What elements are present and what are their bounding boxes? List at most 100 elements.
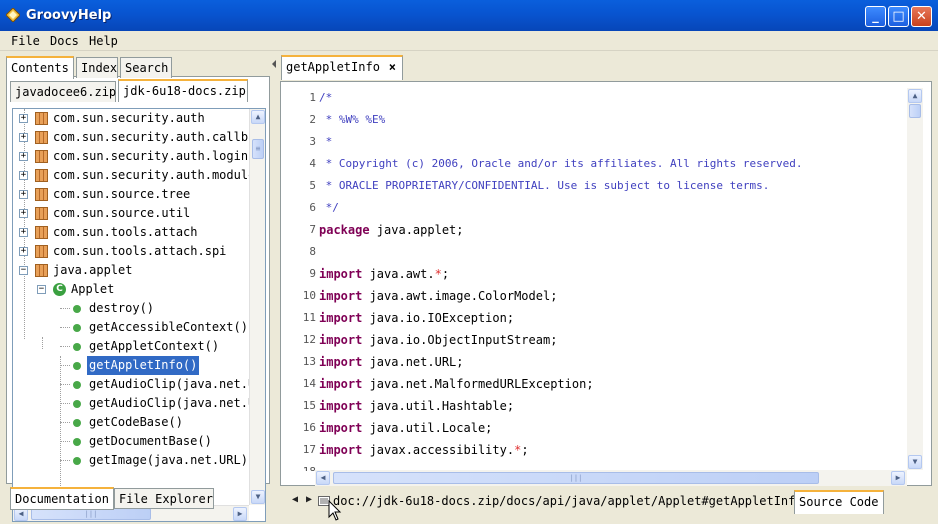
close-button[interactable]: ✕: [911, 6, 932, 27]
editor-tab-title: getAppletInfo: [286, 60, 380, 74]
method-icon: [73, 400, 81, 408]
code-text: ;: [441, 267, 450, 281]
package-icon: [35, 226, 48, 239]
code-keyword: import: [319, 377, 363, 391]
editor-vertical-scrollbar[interactable]: ▲ ▼: [907, 88, 923, 470]
menu-docs[interactable]: Docs: [50, 34, 79, 48]
package-icon: [35, 169, 48, 182]
back-icon[interactable]: ◀: [292, 494, 298, 505]
method-icon: [73, 343, 81, 351]
expand-icon[interactable]: +: [19, 228, 28, 237]
contents-tree: + com.sun.security.auth + com.sun.securi…: [12, 108, 266, 522]
line-number: 10: [302, 289, 316, 302]
tab-source-code[interactable]: Source Code: [794, 490, 884, 514]
tab-documentation[interactable]: Documentation: [10, 487, 114, 510]
editor-horizontal-scrollbar[interactable]: ◀ ||| ▶: [315, 470, 907, 486]
close-tab-icon[interactable]: ×: [389, 60, 396, 74]
menu-file[interactable]: File: [11, 34, 40, 48]
tab-index[interactable]: Index: [76, 57, 118, 78]
line-number: 1: [309, 91, 316, 104]
forward-icon[interactable]: ▶: [306, 494, 312, 505]
tab-getappletinfo[interactable]: getAppletInfo ×: [281, 55, 403, 80]
method-icon: [73, 419, 81, 427]
line-number: 4: [309, 157, 316, 170]
tree-vertical-scrollbar[interactable]: ▲ ≡ ▼: [249, 109, 265, 505]
tree-scroll-thumb[interactable]: ≡: [252, 139, 264, 159]
code-line: */: [319, 201, 339, 214]
code-line: import java.net.MalformedURLException;: [319, 377, 594, 391]
code-line: import java.awt.image.ColorModel;: [319, 289, 557, 303]
line-number: 5: [309, 179, 316, 192]
expand-icon[interactable]: +: [19, 133, 28, 142]
tree-method-label: getAccessibleContext(): [89, 320, 248, 334]
tree-guide: [60, 403, 70, 404]
code-line: import java.io.ObjectInputStream;: [319, 333, 557, 347]
expand-icon[interactable]: +: [19, 114, 28, 123]
scroll-down-icon[interactable]: ▼: [908, 455, 922, 469]
tab-jdk-docs[interactable]: jdk-6u18-docs.zip: [118, 79, 248, 102]
expand-icon[interactable]: +: [19, 152, 28, 161]
code-line: package java.applet;: [319, 223, 464, 237]
tree-method-label: getCodeBase(): [89, 415, 183, 429]
expand-icon[interactable]: +: [19, 247, 28, 256]
expand-icon[interactable]: +: [19, 171, 28, 180]
tree-package-label: com.sun.tools.attach.spi: [53, 244, 227, 258]
content-panel: getAppletInfo × 1 2 3 4 5 6 7 8 9 10 11 …: [280, 54, 936, 520]
code-area[interactable]: /* * %W% %E% * * Copyright (c) 2006, Ora…: [319, 88, 909, 468]
collapse-left-icon[interactable]: [272, 60, 276, 68]
minimize-button[interactable]: _: [865, 6, 886, 27]
collapse-icon[interactable]: −: [37, 285, 46, 294]
code-line: import javax.accessibility.*;: [319, 443, 529, 457]
editor-scroll-thumb[interactable]: [909, 104, 921, 118]
editor-hscroll-thumb[interactable]: |||: [333, 472, 819, 484]
line-number: 9: [309, 267, 316, 280]
code-text: java.awt.image.ColorModel;: [362, 289, 558, 303]
tab-search[interactable]: Search: [120, 57, 172, 78]
package-icon: [35, 207, 48, 220]
line-number: 2: [309, 113, 316, 126]
tree-guide: [60, 422, 70, 423]
groovy-app-icon: [6, 8, 20, 22]
code-keyword: import: [319, 289, 363, 303]
line-number: 14: [302, 377, 316, 390]
tree-package-label: com.sun.security.auth: [53, 111, 205, 125]
code-line: import java.util.Locale;: [319, 421, 492, 435]
scroll-down-icon[interactable]: ▼: [251, 490, 265, 504]
package-icon: [35, 112, 48, 125]
tree-package-label: java.applet: [53, 263, 133, 277]
code-keyword: import: [319, 311, 363, 325]
tab-file-explorer[interactable]: File Explorer: [114, 488, 214, 509]
line-number: 17: [302, 443, 316, 456]
source-editor[interactable]: 1 2 3 4 5 6 7 8 9 10 11 12 13 14 15 16 1…: [280, 81, 932, 486]
panel-splitter[interactable]: [272, 54, 280, 520]
scroll-up-icon[interactable]: ▲: [908, 89, 922, 103]
code-text: java.applet;: [369, 223, 464, 237]
menu-bar: File Docs Help: [0, 31, 938, 51]
tree-guide: [24, 109, 25, 339]
tab-javadocee6[interactable]: javadocee6.zip: [10, 81, 116, 102]
tree-package-label: com.sun.source.tree: [53, 187, 191, 201]
scroll-right-icon[interactable]: ▶: [891, 471, 905, 485]
code-keyword: import: [319, 355, 363, 369]
code-text: java.util.Hashtable;: [362, 399, 515, 413]
maximize-button[interactable]: □: [888, 6, 909, 27]
code-keyword: import: [319, 421, 363, 435]
code-keyword: import: [319, 333, 363, 347]
tree-guide: [60, 365, 70, 366]
collapse-icon[interactable]: −: [19, 266, 28, 275]
tree-guide: [60, 327, 70, 328]
scroll-right-icon[interactable]: ▶: [233, 507, 247, 521]
tree-guide: [60, 346, 70, 347]
tree-package-label: com.sun.security.auth.login: [53, 149, 249, 163]
code-text: java.awt.: [362, 267, 435, 281]
scroll-left-icon[interactable]: ◀: [316, 471, 330, 485]
scroll-up-icon[interactable]: ▲: [251, 110, 265, 124]
expand-icon[interactable]: +: [19, 190, 28, 199]
code-keyword: import: [319, 399, 363, 413]
package-icon: [35, 131, 48, 144]
tab-contents[interactable]: Contents: [6, 56, 74, 79]
method-icon: [73, 362, 81, 370]
menu-help[interactable]: Help: [89, 34, 118, 48]
expand-icon[interactable]: +: [19, 209, 28, 218]
package-icon: [35, 150, 48, 163]
